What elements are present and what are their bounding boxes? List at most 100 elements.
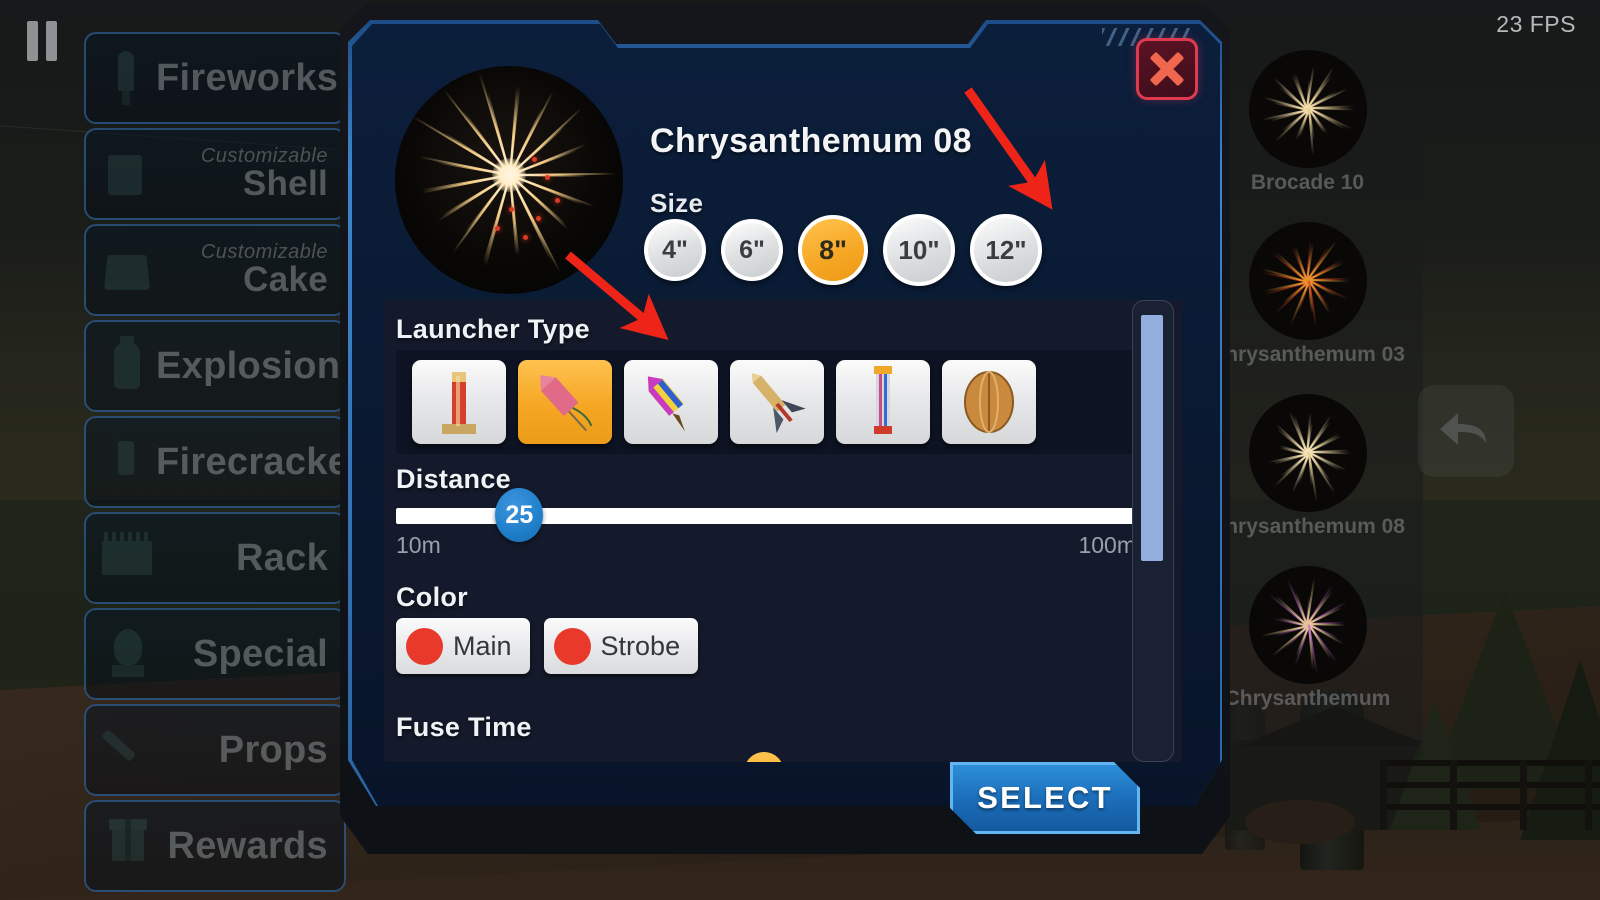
undo-arrow-glyph (1438, 407, 1494, 455)
ember (536, 216, 541, 221)
fuse-time-label: Fuse Time (396, 712, 532, 743)
undo-arrow-icon[interactable] (1418, 385, 1514, 477)
sidebar-item-label: Rack (156, 539, 334, 578)
shell-icon (98, 143, 156, 205)
sidebar-item-cake[interactable]: Customizable Cake (84, 224, 346, 316)
select-button[interactable]: SELECT (950, 762, 1140, 834)
page-title: Chrysanthemum 08 (650, 122, 972, 161)
sidebar-item-label: Special (156, 635, 334, 674)
distance-max-label: 100m (1078, 532, 1136, 559)
pause-icon[interactable] (22, 20, 62, 62)
rocket-icon (98, 47, 156, 109)
launcher-option-mortar-tube[interactable] (412, 360, 506, 444)
cake-icon (98, 239, 156, 301)
firework-burst-preview (395, 66, 623, 294)
fence-post (1585, 760, 1592, 830)
sidebar-item-special[interactable]: Special (84, 608, 346, 700)
color-swatch-icon (554, 628, 591, 665)
sidebar-item-label: Customizable Shell (156, 146, 334, 202)
ember (495, 226, 500, 231)
sidebar-item-explosion[interactable]: Explosion (84, 320, 346, 412)
list-item-label: Chrysanthemum 08 (1202, 516, 1413, 538)
launcher-option-striped-rocket[interactable] (624, 360, 718, 444)
size-option-12in[interactable]: 12" (970, 214, 1042, 286)
bush (1245, 800, 1355, 844)
firework-thumbnail (1249, 566, 1367, 684)
scrollbar[interactable] (1132, 300, 1174, 762)
sidebar-item-shell[interactable]: Customizable Shell (84, 128, 346, 220)
launcher-type-options (396, 350, 1136, 454)
fence-post (1520, 760, 1527, 830)
distance-slider[interactable]: 25 (396, 508, 1136, 524)
sidebar-item-label: Fireworks (156, 59, 344, 98)
sidebar-item-rewards[interactable]: Rewards (84, 800, 346, 892)
sidebar: Fireworks Customizable Shell Customizable Ca… (84, 32, 346, 896)
distance-label: Distance (396, 464, 511, 495)
list-item[interactable]: Chrysanthemum 08 (1202, 394, 1413, 538)
sidebar-item-label: Customizable Cake (156, 242, 334, 298)
launcher-option-dart-rocket[interactable] (730, 360, 824, 444)
sidebar-item-sublabel: Customizable (156, 242, 328, 262)
launcher-option-shell-ball[interactable] (942, 360, 1036, 444)
dialog-body: Chrysanthemum 08 Size 4" 6" 8" 10" 12" Launc… (350, 22, 1220, 834)
list-item-label: Brocade 10 (1202, 172, 1413, 194)
pause-bar (46, 21, 57, 61)
size-option-10in[interactable]: 10" (883, 214, 955, 286)
pink-rocket-icon (518, 360, 612, 444)
ember (555, 198, 560, 203)
scrollbar-thumb[interactable] (1141, 315, 1163, 561)
size-option-4in[interactable]: 4" (644, 219, 706, 281)
rack-icon (98, 527, 156, 589)
striped-rocket-icon (624, 360, 718, 444)
fps-counter: 23 FPS (1496, 11, 1576, 38)
color-button-label: Strobe (601, 631, 681, 662)
props-icon (98, 719, 156, 781)
color-button-main[interactable]: Main (396, 618, 530, 674)
fence-slat (60, 455, 66, 490)
fence-post (1380, 760, 1387, 830)
sidebar-item-label: Firecracker (156, 443, 346, 482)
gas-tank-icon (98, 335, 156, 397)
fence (1380, 760, 1600, 830)
color-button-label: Main (453, 631, 512, 662)
close-x-icon[interactable] (1136, 38, 1198, 100)
sidebar-item-firecracker[interactable]: Firecracker (84, 416, 346, 508)
mortar-tube-icon (412, 360, 506, 444)
color-swatch-icon (406, 628, 443, 665)
list-item[interactable]: Brocade 10 (1202, 50, 1413, 194)
fuse-time-slider-handle-partial[interactable] (744, 752, 784, 762)
sidebar-item-sublabel: Customizable (156, 146, 328, 166)
list-item-label: Chrysanthemum 03 (1202, 344, 1413, 366)
launcher-type-label: Launcher Type (396, 314, 590, 345)
sidebar-item-label: Rewards (156, 827, 334, 866)
firework-thumbnail (1249, 394, 1367, 512)
options-scroll-panel[interactable]: Launcher Type Distance 25 10m 100m Color… (384, 300, 1182, 762)
launcher-option-sparkler-tube[interactable] (836, 360, 930, 444)
pause-bar (27, 21, 38, 61)
ember (545, 175, 550, 180)
list-item[interactable]: Chrysanthemum (1202, 566, 1413, 710)
distance-slider-handle[interactable]: 25 (495, 488, 543, 542)
size-option-8in[interactable]: 8" (798, 215, 868, 285)
size-options: 4" 6" 8" 10" 12" (644, 214, 1042, 286)
ember (532, 157, 537, 162)
sidebar-item-props[interactable]: Props (84, 704, 346, 796)
sidebar-item-label: Props (156, 731, 334, 770)
firecracker-icon (98, 431, 156, 493)
special-icon (98, 623, 156, 685)
dart-rocket-icon (730, 360, 824, 444)
select-button-label: SELECT (977, 780, 1113, 816)
launcher-option-pink-rocket[interactable] (518, 360, 612, 444)
list-item[interactable]: Chrysanthemum 03 (1202, 222, 1413, 366)
fence-rail (1380, 782, 1600, 788)
sidebar-item-rack[interactable]: Rack (84, 512, 346, 604)
shell-ball-icon (942, 360, 1036, 444)
color-button-strobe[interactable]: Strobe (544, 618, 699, 674)
firework-config-dialog: Chrysanthemum 08 Size 4" 6" 8" 10" 12" Launc… (340, 4, 1230, 854)
burst-ray (509, 108, 582, 176)
fence-post (1450, 760, 1457, 830)
color-buttons: Main Strobe (396, 618, 698, 674)
color-label: Color (396, 582, 468, 613)
size-option-6in[interactable]: 6" (721, 219, 783, 281)
sidebar-item-fireworks[interactable]: Fireworks (84, 32, 346, 124)
